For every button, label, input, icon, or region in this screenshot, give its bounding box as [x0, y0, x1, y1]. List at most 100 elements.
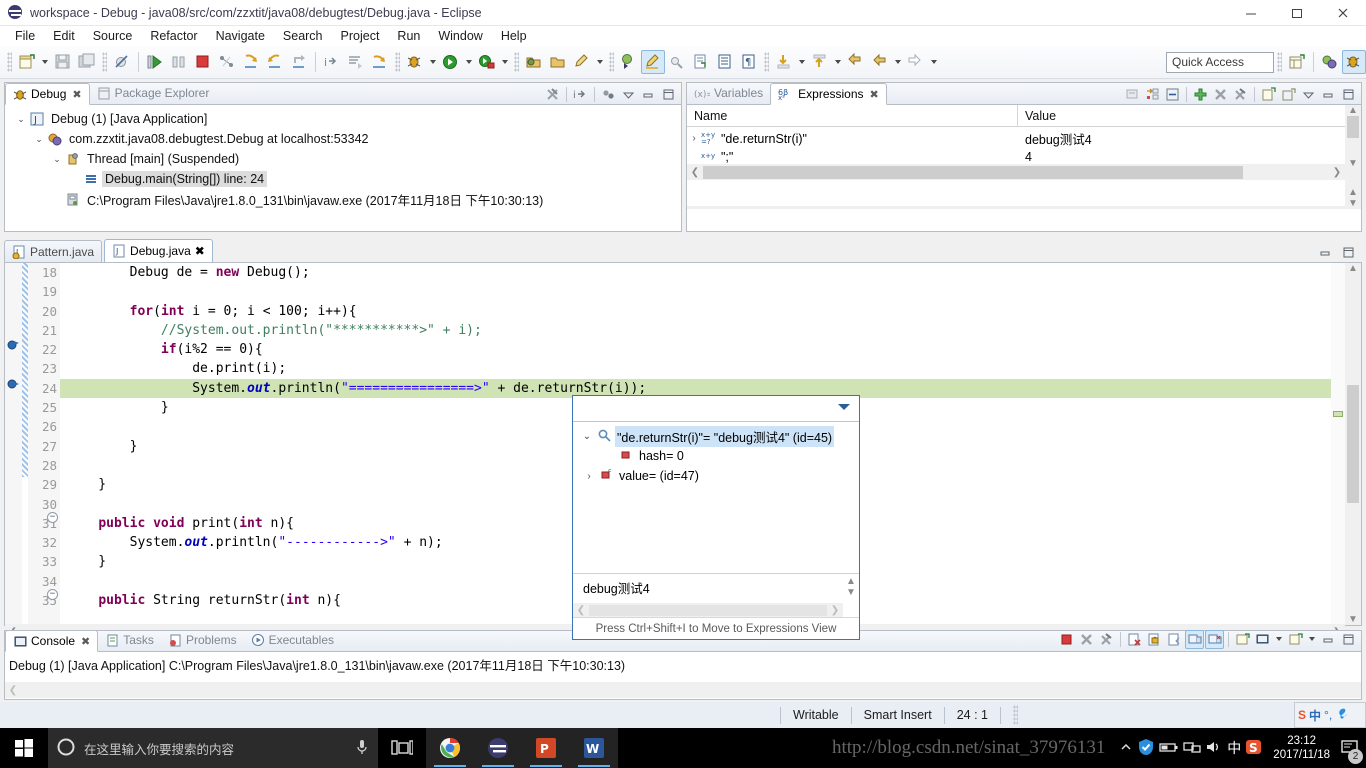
tree-node-jre[interactable]: C:\Program Files\Java\jre1.8.0_131\bin\j…	[5, 189, 681, 209]
disconnect-icon[interactable]	[215, 50, 239, 74]
add-watch-expression-icon[interactable]	[1191, 85, 1210, 104]
external-tools-icon[interactable]	[475, 50, 499, 74]
expand-twisty-icon[interactable]: ›	[687, 133, 701, 144]
use-step-filters-icon[interactable]	[368, 50, 392, 74]
menu-help[interactable]: Help	[492, 27, 536, 45]
scroll-up-icon[interactable]: ▲	[843, 576, 859, 587]
taskbar-app-powerpoint[interactable]: P	[522, 728, 570, 768]
expressions-vscrollbar[interactable]: ▲ ▼ ▲ ▼	[1345, 105, 1361, 209]
maximize-icon[interactable]	[1339, 630, 1358, 649]
show-logical-structure-icon[interactable]	[1123, 85, 1142, 104]
show-whitespace-icon[interactable]: ¶	[737, 50, 761, 74]
microphone-icon[interactable]	[354, 738, 370, 759]
menu-file[interactable]: File	[6, 27, 44, 45]
display-selected-console-icon[interactable]	[1233, 630, 1252, 649]
tab-package-explorer[interactable]: Package Explorer	[90, 82, 217, 104]
run-icon[interactable]	[439, 50, 463, 74]
step-return-icon[interactable]	[287, 50, 311, 74]
tree-node-target[interactable]: ⌄ com.zzxtit.java08.debugtest.Debug at l…	[5, 129, 681, 149]
toolbar-grip[interactable]	[7, 52, 12, 72]
menu-navigate[interactable]: Navigate	[207, 27, 274, 45]
search-icon[interactable]	[665, 50, 689, 74]
tencent-shield-icon[interactable]	[1137, 738, 1155, 759]
menu-project[interactable]: Project	[332, 27, 389, 45]
close-icon[interactable]: ✖	[81, 635, 90, 648]
menu-source[interactable]: Source	[84, 27, 142, 45]
expressions-hscrollbar[interactable]: ❮ ❯	[687, 164, 1345, 180]
expression-row[interactable]: x+y ";" 4	[687, 150, 1345, 164]
tab-console[interactable]: Console ✖	[5, 630, 99, 652]
expand-twisty-icon[interactable]: ›	[579, 471, 599, 482]
tab-variables[interactable]: (x)= Variables	[687, 82, 770, 104]
skip-breakpoints-icon[interactable]	[110, 50, 134, 74]
volume-icon[interactable]	[1205, 739, 1223, 758]
ime-punctuation-label[interactable]: °,	[1324, 708, 1332, 722]
scroll-right-icon[interactable]: ❯	[1329, 167, 1345, 178]
quick-access-input[interactable]: Quick Access	[1166, 51, 1274, 73]
open-type-icon[interactable]	[617, 50, 641, 74]
toggle-mark-occurrences-icon[interactable]	[641, 50, 665, 74]
expand-twisty-icon[interactable]: ⌄	[31, 134, 47, 145]
forward-dropdown-icon[interactable]	[928, 50, 940, 74]
view-menu-icon[interactable]	[599, 85, 618, 104]
show-console-on-output-icon[interactable]	[1205, 629, 1224, 649]
scroll-left-icon[interactable]: ❮	[687, 167, 703, 178]
editor-maximize-icon[interactable]	[1339, 243, 1358, 262]
terminate-icon[interactable]	[1057, 630, 1076, 649]
scroll-left-icon[interactable]: ❮	[5, 685, 21, 696]
toolbar-grip[interactable]	[514, 52, 519, 72]
back-dropdown-icon[interactable]	[892, 50, 904, 74]
remove-launch-icon[interactable]	[1077, 630, 1096, 649]
editor-minimize-icon[interactable]	[1316, 243, 1335, 262]
forward-icon[interactable]	[904, 50, 928, 74]
menu-edit[interactable]: Edit	[44, 27, 84, 45]
minimize-button[interactable]	[1228, 0, 1274, 26]
scroll-down-icon[interactable]: ▼	[843, 587, 859, 598]
debug-perspective-icon[interactable]	[1342, 50, 1366, 74]
close-icon[interactable]: ✖	[72, 88, 81, 101]
editor-tab-debug[interactable]: J Debug.java ✖	[104, 239, 213, 262]
open-task-icon[interactable]	[689, 50, 713, 74]
editor-marker-bar[interactable]	[5, 263, 22, 625]
new-console-dropdown-icon[interactable]	[1306, 627, 1318, 651]
sogou-icon[interactable]: S	[1245, 738, 1263, 759]
minimize-icon[interactable]	[1319, 85, 1338, 104]
drop-to-frame-icon[interactable]	[344, 50, 368, 74]
tab-expressions[interactable]: 6β x² Expressions ✖	[770, 83, 887, 105]
clear-console-icon[interactable]	[1125, 630, 1144, 649]
close-button[interactable]	[1320, 0, 1366, 26]
toolbar-grip[interactable]	[395, 52, 400, 72]
scroll-left-icon[interactable]: ❮	[687, 209, 703, 210]
debug-dropdown-icon[interactable]	[427, 50, 439, 74]
minimize-icon[interactable]	[1319, 630, 1338, 649]
run-dropdown-icon[interactable]	[463, 50, 475, 74]
maximize-button[interactable]	[1274, 0, 1320, 26]
open-console-dropdown-icon[interactable]	[1273, 627, 1285, 651]
editor-overview-ruler[interactable]	[1331, 263, 1345, 625]
java-perspective-icon[interactable]	[1318, 50, 1342, 74]
new-wizard-icon[interactable]	[15, 50, 39, 74]
ime-bar[interactable]: S 中 °,	[1294, 702, 1366, 728]
maximize-icon[interactable]	[659, 85, 678, 104]
resume-icon[interactable]	[143, 50, 167, 74]
new-annotation-icon[interactable]	[570, 50, 594, 74]
external-tools-dropdown-icon[interactable]	[499, 50, 511, 74]
detail-scroll-up-icon[interactable]: ▲	[1345, 187, 1361, 198]
toolbar-grip[interactable]	[102, 52, 107, 72]
inspect-detail-pane[interactable]: debug测试4 ❮ ❯ ▲ ▼	[573, 573, 859, 617]
view-menu-arrow-icon[interactable]	[1299, 85, 1318, 104]
open-perspective-icon[interactable]	[1285, 50, 1309, 74]
wrench-icon[interactable]	[1335, 707, 1349, 724]
next-annotation-icon[interactable]	[772, 50, 796, 74]
inspect-detail-hscrollbar[interactable]: ❮ ❯	[573, 603, 843, 617]
console-hscrollbar[interactable]: ❮	[5, 682, 1361, 698]
network-icon[interactable]	[1183, 739, 1201, 758]
view-menu-arrow-icon[interactable]	[619, 85, 638, 104]
scroll-up-icon[interactable]: ▲	[1345, 105, 1361, 116]
previous-annotation-dropdown-icon[interactable]	[832, 50, 844, 74]
expand-twisty-icon[interactable]: ⌄	[577, 431, 597, 442]
editor-vscrollbar[interactable]: ▲ ▼	[1345, 263, 1361, 625]
new-java-package-icon[interactable]	[522, 50, 546, 74]
new-java-class-icon[interactable]	[546, 50, 570, 74]
last-edit-location-icon[interactable]	[844, 50, 868, 74]
